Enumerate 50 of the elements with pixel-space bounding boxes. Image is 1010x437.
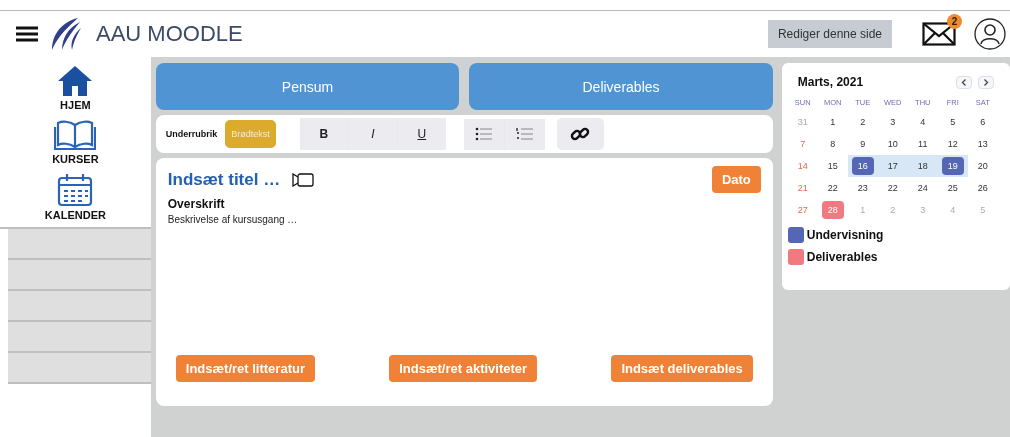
- nav-item[interactable]: HJEM: [0, 65, 151, 111]
- calendar-day[interactable]: 15: [817, 155, 848, 177]
- calendar-day[interactable]: 19: [941, 157, 964, 175]
- chevron-right-icon: [983, 78, 989, 86]
- calendar-day[interactable]: 16: [851, 157, 874, 175]
- title-field[interactable]: Indsæt titel …: [167, 169, 281, 190]
- calendar-day[interactable]: 5: [937, 111, 968, 133]
- notification-badge: 2: [947, 14, 962, 29]
- month-label: Marts, 2021: [796, 74, 865, 91]
- calendar-day[interactable]: 26: [967, 177, 998, 199]
- video-icon[interactable]: [292, 172, 315, 187]
- bullet-list-icon: [474, 127, 493, 141]
- calendar-day[interactable]: 22: [817, 177, 848, 199]
- calendar-icon: [57, 173, 94, 207]
- nav-item[interactable]: KALENDER: [0, 173, 151, 221]
- calendar-day[interactable]: 24: [907, 177, 938, 199]
- calendar-day[interactable]: 6: [967, 111, 998, 133]
- chevron-left-icon: [961, 78, 967, 86]
- user-icon[interactable]: [974, 18, 1006, 50]
- calendar-day[interactable]: 23: [847, 177, 878, 199]
- calendar-day[interactable]: 9: [847, 133, 878, 155]
- calendar-day[interactable]: 25: [937, 177, 968, 199]
- link-button[interactable]: [556, 118, 604, 150]
- calendar-day[interactable]: 18: [907, 155, 938, 177]
- text-style-button[interactable]: Underrubrik: [161, 120, 222, 148]
- calendar-day[interactable]: 13: [967, 133, 998, 155]
- calendar-day[interactable]: 12: [937, 133, 968, 155]
- menu-icon[interactable]: [16, 26, 38, 42]
- heading-text: Overskrift: [167, 197, 226, 211]
- calendar-day[interactable]: 2: [847, 111, 878, 133]
- edit-page-button[interactable]: Rediger denne side: [767, 20, 892, 48]
- numbered-list-icon: [515, 127, 534, 141]
- next-button[interactable]: [978, 75, 994, 89]
- calendar-day[interactable]: 10: [877, 133, 908, 155]
- nav-item[interactable]: KURSER: [0, 119, 151, 165]
- book-icon: [54, 119, 97, 151]
- description-text: Beskrivelse af kursusgang …: [167, 214, 299, 225]
- calendar-day[interactable]: 11: [907, 133, 938, 155]
- previous-button[interactable]: [956, 75, 972, 89]
- calendar-day[interactable]: 20: [967, 155, 998, 177]
- calendar-day[interactable]: 4: [907, 111, 938, 133]
- calendar-day[interactable]: 1: [817, 111, 848, 133]
- calendar-day[interactable]: 3: [877, 111, 908, 133]
- legend-label: Undervisning: [806, 228, 884, 242]
- legend-label: Deliverables: [806, 250, 878, 264]
- calendar-day[interactable]: 17: [877, 155, 908, 177]
- calendar-day[interactable]: 8: [817, 133, 848, 155]
- home-icon: [57, 65, 94, 97]
- calendar-day[interactable]: 22: [877, 177, 908, 199]
- site-title: AAU MOODLE: [96, 21, 243, 47]
